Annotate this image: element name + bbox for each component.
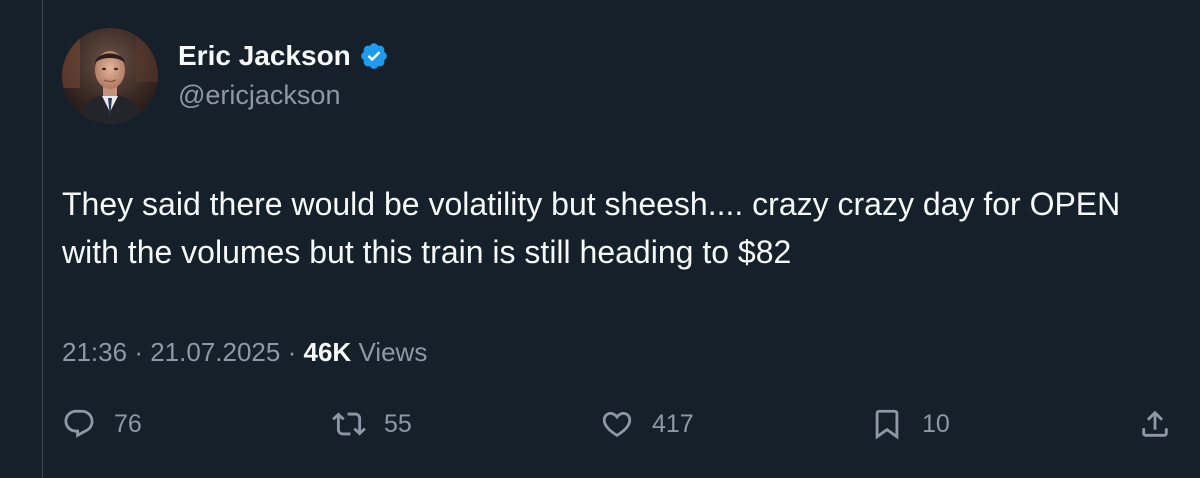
views-label: Views	[358, 337, 428, 367]
retweet-button[interactable]: 55	[332, 400, 412, 448]
heart-icon	[600, 407, 634, 441]
tweet-date[interactable]: 21.07.2025	[150, 337, 280, 367]
tweet-meta: 21:36 · 21.07.2025 · 46K Views	[62, 334, 427, 370]
verified-badge-icon[interactable]	[359, 41, 389, 71]
bookmark-icon	[870, 407, 904, 441]
share-icon	[1138, 407, 1172, 441]
tweet-time[interactable]: 21:36	[62, 337, 127, 367]
reply-count: 76	[114, 409, 142, 438]
bookmark-button[interactable]: 10	[870, 400, 950, 448]
author-handle[interactable]: @ericjackson	[178, 79, 389, 111]
tweet-text: They said there would be volatility but …	[62, 186, 1121, 270]
reply-icon	[62, 407, 96, 441]
reply-button[interactable]: 76	[62, 400, 142, 448]
meta-separator: ·	[134, 337, 143, 367]
author-display-name[interactable]: Eric Jackson	[178, 39, 351, 73]
tweet-actions: 76 55 417 10	[62, 400, 1182, 448]
retweet-icon	[332, 407, 366, 441]
retweet-count: 55	[384, 409, 412, 438]
like-count: 417	[652, 409, 694, 438]
like-button[interactable]: 417	[600, 400, 694, 448]
tweet-detail: Eric Jackson @ericjackson They said ther…	[0, 0, 1200, 478]
views-count: 46K	[303, 337, 352, 367]
bookmark-count: 10	[922, 409, 950, 438]
meta-separator: ·	[287, 337, 297, 367]
author-identity: Eric Jackson @ericjackson	[178, 39, 389, 111]
name-row: Eric Jackson	[178, 39, 389, 73]
tweet-header: Eric Jackson @ericjackson	[62, 28, 389, 124]
share-button[interactable]	[1138, 400, 1172, 448]
avatar[interactable]	[62, 28, 158, 124]
